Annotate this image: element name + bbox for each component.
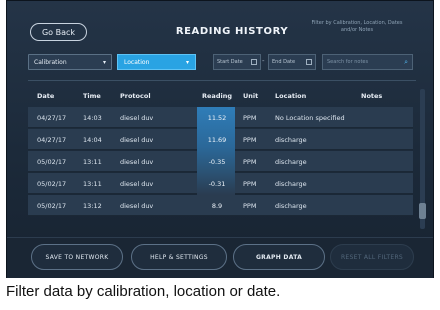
search-placeholder: Search for notes [327,59,369,65]
divider [28,80,416,81]
page-title: READING HISTORY [175,26,289,37]
cell-reading: 11.69 [207,136,227,144]
cell-reading: -0.31 [208,180,226,188]
reading-values: 11.52 11.69 -0.35 -0.31 8.9 [28,107,413,217]
end-date-field[interactable]: End Date [268,54,316,70]
column-header-protocol[interactable]: Protocol [120,92,151,100]
app-screen: Go Back READING HISTORY Filter by Calibr… [6,0,434,278]
cell-reading: 11.52 [207,114,227,122]
column-header-reading[interactable]: Reading [202,92,232,100]
start-date-field[interactable]: Start Date [213,54,261,70]
calendar-icon[interactable] [306,59,312,65]
location-select[interactable]: Location ▾ [117,54,196,70]
figure-caption: Filter data by calibration, location or … [6,283,281,300]
column-header-location[interactable]: Location [275,92,306,100]
table-header: Date Time Protocol Reading Unit Location… [28,87,413,105]
chevron-down-icon: ▾ [102,58,106,66]
column-header-time[interactable]: Time [83,92,101,100]
column-header-notes[interactable]: Notes [361,92,382,100]
start-date-placeholder: Start Date [217,59,243,65]
cell-reading: 8.9 [211,202,223,210]
help-settings-button[interactable]: HELP & SETTINGS [131,244,227,270]
end-date-placeholder: End Date [272,59,296,65]
date-range-separator: - [262,57,265,65]
calibration-select-value: Calibration [34,58,67,66]
notes-search-input[interactable]: Search for notes ⌕ [322,54,413,70]
filter-hint: Filter by Calibration, Location, Dates a… [311,20,403,33]
chevron-down-icon: ▾ [185,58,189,66]
location-select-value: Location [124,58,150,66]
column-header-date[interactable]: Date [37,92,54,100]
reset-filters-button[interactable]: RESET ALL FILTERS [330,244,414,270]
calendar-icon[interactable] [251,59,257,65]
save-to-network-button[interactable]: SAVE TO NETWORK [31,244,123,270]
search-icon[interactable]: ⌕ [404,58,408,67]
column-header-unit[interactable]: Unit [243,92,258,100]
calibration-select[interactable]: Calibration ▾ [28,54,112,70]
graph-data-button[interactable]: GRAPH DATA [233,244,325,270]
cell-reading: -0.35 [208,158,226,166]
go-back-button[interactable]: Go Back [30,23,87,41]
scrollbar-thumb[interactable] [419,203,426,219]
